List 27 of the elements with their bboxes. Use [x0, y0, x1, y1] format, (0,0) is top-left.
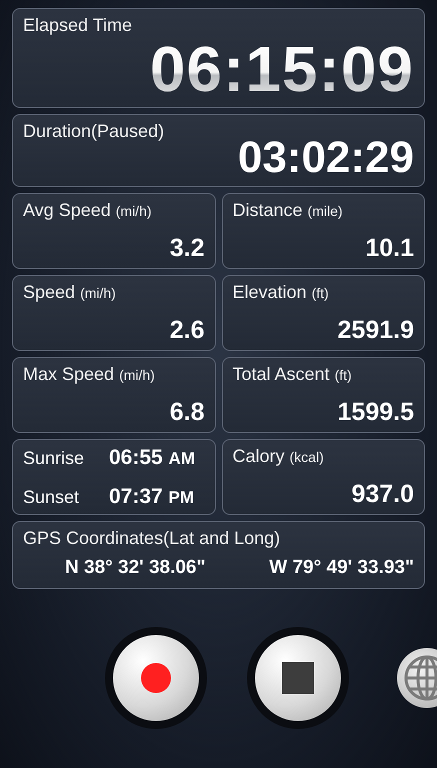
stat-label: Speed (mi/h) [23, 282, 117, 304]
stop-icon [282, 662, 314, 694]
stat-label: Avg Speed (mi/h) [23, 200, 153, 222]
sun-time: 07:37 PM [109, 484, 194, 510]
stat-label: Elevation (ft) [232, 282, 330, 304]
record-icon [140, 662, 172, 694]
sun-label: Sunset [23, 486, 80, 510]
panel-label: GPS Coordinates(Lat and Long) [23, 528, 282, 550]
stat-value: 2591.9 [338, 316, 414, 344]
stat-label: Calory (kcal) [232, 446, 325, 468]
panel-label: Duration(Paused) [23, 120, 166, 142]
duration-value: 03:02:29 [238, 136, 414, 180]
sun-label: Sunrise [23, 446, 86, 470]
stat-value: 10.1 [365, 234, 414, 262]
stat-label: Total Ascent (ft) [232, 364, 353, 386]
stat-value: 3.2 [170, 234, 204, 262]
longitude-value: W 79° 49' 33.93" [269, 556, 414, 580]
stat-value: 2.6 [170, 316, 204, 344]
stat-value: 937.0 [351, 480, 414, 508]
latitude-value: N 38° 32' 38.06" [65, 556, 206, 580]
sun-time: 06:55 AM [109, 444, 195, 471]
stat-label: Max Speed (mi/h) [23, 364, 156, 386]
stat-label: Distance (mile) [232, 200, 344, 222]
panel-label: Elapsed Time [23, 15, 134, 37]
stat-value: 1599.5 [338, 398, 414, 426]
stat-value: 6.8 [170, 398, 204, 426]
globe-icon [403, 654, 437, 702]
